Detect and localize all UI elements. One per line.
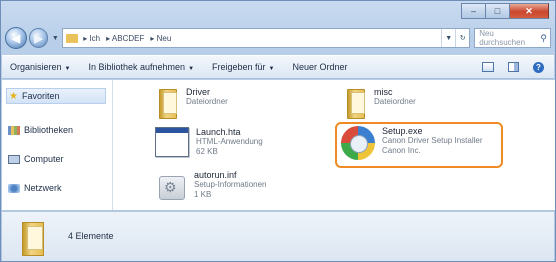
file-name: misc [374,87,393,97]
search-input[interactable]: Neu durchsuchen ⚲ [474,28,551,48]
setup-highlight-frame [335,122,503,168]
file-tile[interactable]: autorun.inf Setup-Informationen 1 KB [155,170,267,202]
details-pane: 4 Elemente [2,211,554,261]
address-controls: ▼ ↻ [441,29,469,47]
file-name: Driver [186,87,210,97]
share-with-button[interactable]: Freigeben für ▼ [212,62,274,72]
file-tile[interactable]: misc Dateiordner [345,87,416,119]
chevron-down-icon: ▼ [268,66,275,72]
organize-label: Organisieren [10,62,62,72]
star-icon: ★ [9,90,18,102]
file-tile[interactable]: Driver Dateiordner [157,87,228,119]
new-folder-button[interactable]: Neuer Ordner [293,62,348,72]
explorer-window: – □ ✕ ◀ ▶ ▼ ▸ Ich ▸ ABCDEF ▸ Neu ▼ ↻ Neu… [0,0,556,262]
folder-icon [66,33,79,43]
change-view-icon[interactable] [482,62,494,72]
address-bar[interactable]: ▸ Ich ▸ ABCDEF ▸ Neu ▼ ↻ [62,28,471,48]
address-segment[interactable]: ▸ Neu [150,34,171,43]
sidebar-item-label: Computer [24,154,64,164]
folder-icon [157,87,179,119]
close-button[interactable]: ✕ [509,3,549,19]
maximize-button[interactable]: □ [485,3,509,19]
view-controls: ? [482,61,554,73]
new-folder-label: Neuer Ordner [292,62,348,72]
settings-file-icon [155,170,187,202]
folder-icon [22,222,48,256]
navigation-bar: ◀ ▶ ▼ ▸ Ich ▸ ABCDEF ▸ Neu ▼ ↻ Neu durch… [5,25,551,51]
file-type: Dateiordner [186,97,228,106]
file-tile[interactable]: Launch.hta HTML-Anwendung 62 KB [155,127,263,157]
preview-pane-icon[interactable] [508,62,519,72]
chevron-down-icon: ▼ [64,66,71,72]
hta-application-icon [155,127,189,157]
file-type: Dateiordner [374,97,416,106]
address-segment[interactable]: ▸ ABCDEF [106,34,144,43]
network-icon [8,183,20,193]
folder-icon [345,87,367,119]
search-placeholder: Neu durchsuchen [479,29,526,47]
back-button[interactable]: ◀ [5,27,27,49]
include-library-label: In Bibliothek aufnehmen [88,62,186,72]
sidebar-item-computer[interactable]: Computer [8,154,64,164]
chevron-down-icon: ▼ [188,66,195,72]
file-size: 62 KB [196,147,218,156]
sidebar-item-libraries[interactable]: Bibliotheken [8,125,73,135]
sidebar-item-label: Bibliotheken [24,125,74,135]
file-size: 1 KB [194,190,212,199]
chevron-down-icon[interactable]: ▼ [441,29,455,47]
item-count: 4 Elemente [68,231,114,241]
sidebar-item-label: Favoriten [21,91,60,101]
recent-pages-dropdown[interactable]: ▼ [50,35,60,42]
command-bar: Organisieren ▼ In Bibliothek aufnehmen ▼ F… [2,55,554,79]
refresh-icon[interactable]: ↻ [455,29,469,47]
computer-icon [8,154,20,164]
libraries-icon [8,125,20,135]
sidebar-item-network[interactable]: Netzwerk [8,183,62,193]
file-name: autorun.inf [194,170,237,180]
navigation-pane: ★ Favoriten Bibliotheken Computer Netzwe… [2,80,113,210]
forward-button[interactable]: ▶ [28,28,49,48]
minimize-button[interactable]: – [461,3,485,19]
share-label: Freigeben für [212,62,266,72]
search-icon: ⚲ [540,32,547,43]
help-icon[interactable]: ? [533,61,544,73]
sidebar-item-favorites[interactable]: ★ Favoriten [6,88,106,104]
file-type: Setup-Informationen [194,180,267,189]
address-segment[interactable]: ▸ Ich [83,34,100,43]
file-name: Launch.hta [196,127,241,137]
sidebar-item-label: Netzwerk [24,183,62,193]
organize-button[interactable]: Organisieren ▼ [10,62,70,72]
include-in-library-button[interactable]: In Bibliothek aufnehmen ▼ [88,62,194,72]
file-type: HTML-Anwendung [196,137,263,146]
caption-buttons: – □ ✕ [461,3,549,19]
